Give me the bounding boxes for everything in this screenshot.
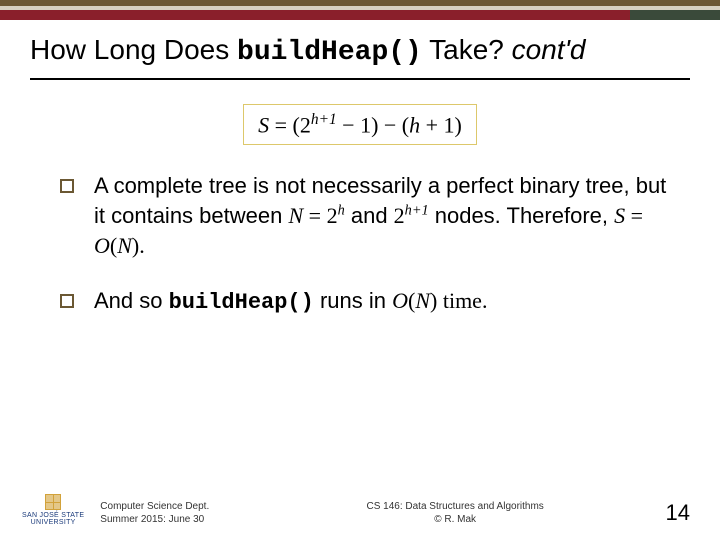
formula-eq: = (2 — [269, 112, 311, 137]
title-rule — [30, 78, 690, 80]
big-O: O — [392, 288, 408, 313]
exp-h1: h+1 — [405, 203, 429, 219]
dept: Computer Science Dept. — [100, 500, 260, 513]
footer: SAN JOSÉ STATE UNIVERSITY Computer Scien… — [0, 494, 720, 526]
bullet-list: A complete tree is not necessarily a per… — [0, 145, 720, 318]
footer-center: CS 146: Data Structures and Algorithms ©… — [260, 500, 650, 526]
decorative-top-bars — [0, 0, 720, 20]
paren-close: ) time. — [430, 288, 487, 313]
footer-left: Computer Science Dept. Summer 2015: June… — [100, 500, 260, 526]
slide-title: How Long Does buildHeap() Take? cont'd — [30, 34, 690, 68]
eq2: = — [625, 203, 643, 228]
exp-h: h — [338, 203, 345, 219]
formula-box: S = (2h+1 − 1) − (h + 1) — [243, 104, 477, 145]
formula-h: h — [409, 112, 420, 137]
var-S: S — [614, 203, 625, 228]
var-N: N — [288, 203, 303, 228]
var-N2: N — [117, 233, 132, 258]
var-N: N — [415, 288, 430, 313]
nodes: nodes. Therefore, — [429, 203, 615, 228]
bullet-square-icon — [60, 294, 74, 308]
formula-tail: + 1) — [420, 112, 462, 137]
paren-close: ). — [132, 233, 145, 258]
course: CS 146: Data Structures and Algorithms — [260, 500, 650, 513]
title-suffix: Take? — [422, 34, 512, 65]
slide: How Long Does buildHeap() Take? cont'd S… — [0, 0, 720, 540]
title-prefix: How Long Does — [30, 34, 237, 65]
code-buildheap: buildHeap() — [169, 290, 314, 315]
formula-mid: − 1) − ( — [337, 112, 409, 137]
title-code: buildHeap() — [237, 37, 422, 68]
formula-exp1: h+1 — [311, 111, 337, 128]
term: Summer 2015: June 30 — [100, 513, 260, 526]
page-number: 14 — [650, 500, 690, 526]
logo-icon — [45, 494, 61, 510]
bullet-item: And so buildHeap() runs in O(N) time. — [60, 286, 670, 318]
logo-text-1: SAN JOSÉ STATE — [22, 512, 84, 519]
copyright: © R. Mak — [260, 513, 650, 526]
title-contd: cont'd — [512, 34, 586, 65]
text2: runs in — [314, 288, 392, 313]
logo-text-2: UNIVERSITY — [31, 519, 76, 526]
equals: = — [303, 203, 326, 228]
bullet-item: A complete tree is not necessarily a per… — [60, 171, 670, 260]
two: 2 — [327, 203, 338, 228]
text: And so — [94, 288, 169, 313]
two2: 2 — [394, 203, 405, 228]
big-O: O — [94, 233, 110, 258]
sjsu-logo: SAN JOSÉ STATE UNIVERSITY — [22, 494, 84, 526]
and: and — [345, 203, 394, 228]
bullet-text-2: And so buildHeap() runs in O(N) time. — [94, 286, 487, 318]
bullet-text-1: A complete tree is not necessarily a per… — [94, 171, 670, 260]
bullet-square-icon — [60, 179, 74, 193]
formula-S: S — [258, 112, 269, 137]
